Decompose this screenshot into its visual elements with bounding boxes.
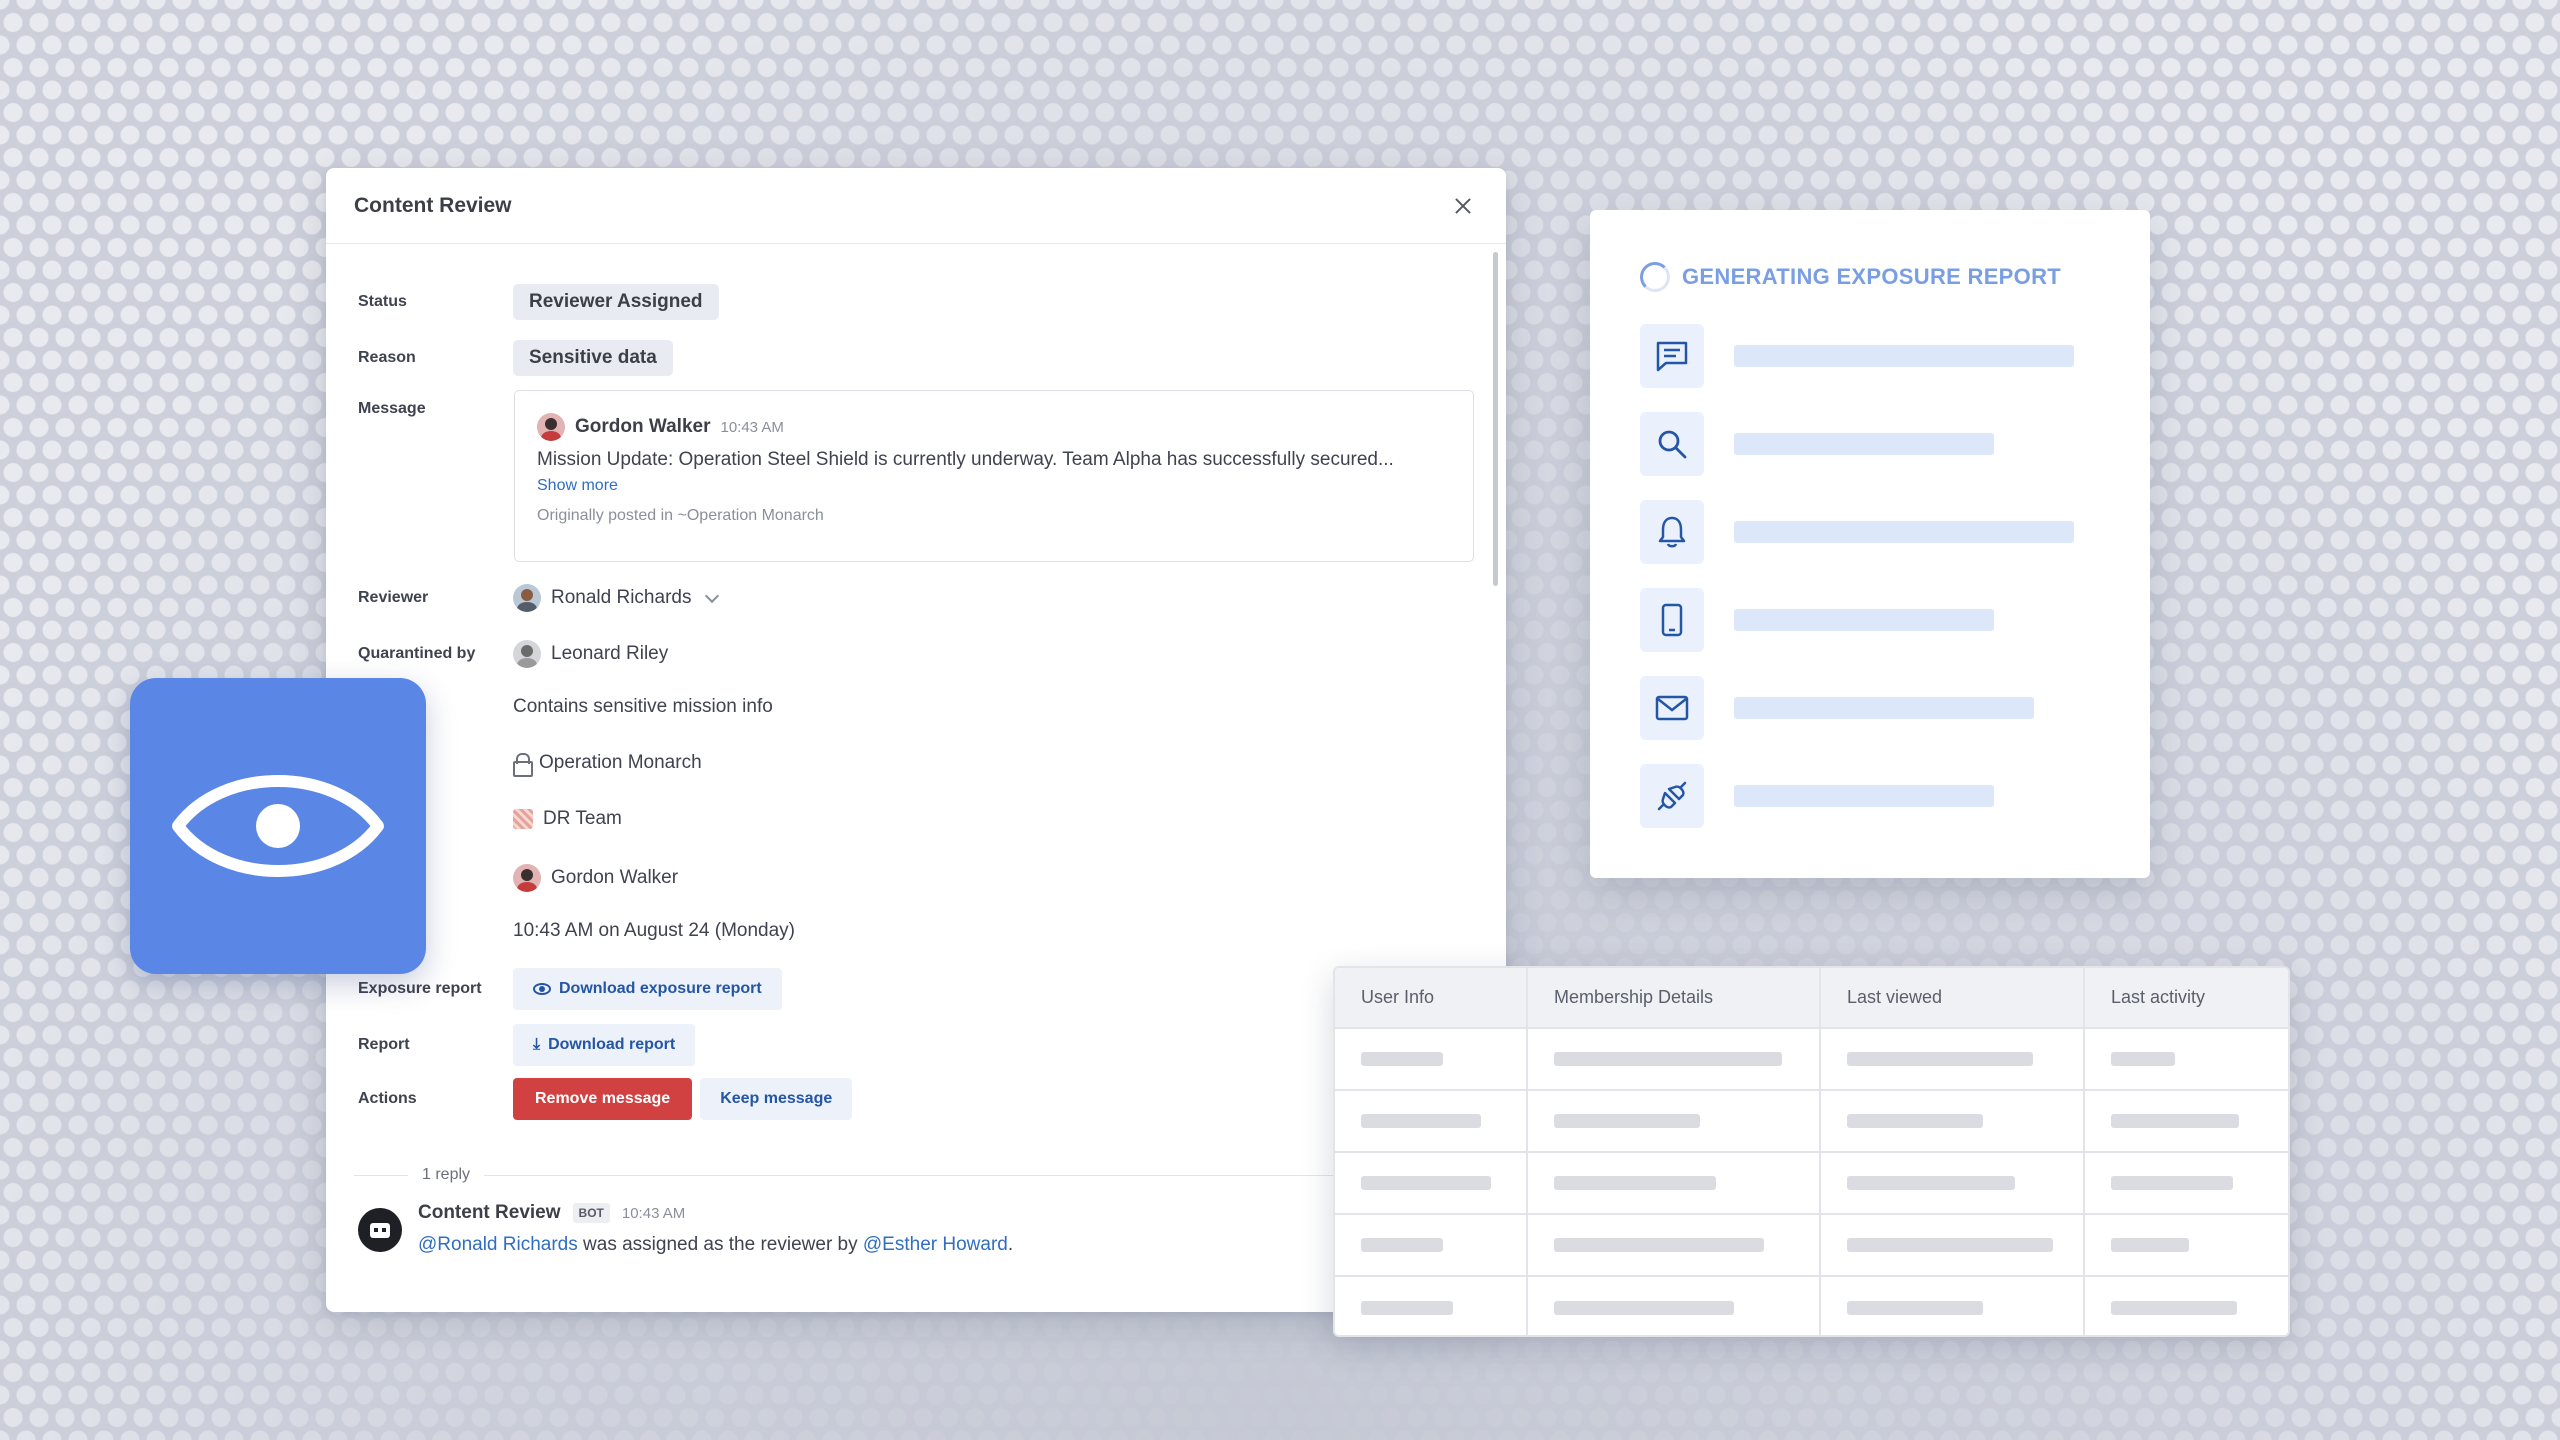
table-row xyxy=(1335,1214,2288,1277)
reviewer-row: Reviewer Ronald Richards xyxy=(358,584,720,612)
avatar xyxy=(513,864,541,892)
skeleton-bar xyxy=(1734,345,2074,367)
team-name: DR Team xyxy=(543,808,622,829)
message-author: Gordon Walker xyxy=(575,416,711,437)
exposure-item xyxy=(1640,324,2074,388)
report-row: Report ⤓ Download report xyxy=(358,1024,696,1066)
skeleton-bar xyxy=(1734,433,1994,455)
eye-icon xyxy=(172,775,384,877)
eye-app-tile xyxy=(130,678,426,974)
chevron-down-icon xyxy=(705,588,720,603)
eye-icon xyxy=(533,983,551,995)
download-exposure-report-button[interactable]: Download exposure report xyxy=(513,968,782,1010)
exposure-title: GENERATING EXPOSURE REPORT xyxy=(1682,264,2061,289)
exposure-item xyxy=(1640,764,1994,828)
mention-assigner[interactable]: @Esther Howard xyxy=(863,1234,1008,1255)
actions-label: Actions xyxy=(358,1090,417,1107)
membership-table: User Info Membership Details Last viewed… xyxy=(1333,966,2290,1337)
mail-icon xyxy=(1640,676,1704,740)
bot-name: Content Review xyxy=(418,1202,561,1223)
modal-header: Content Review xyxy=(326,168,1506,244)
show-more-link[interactable]: Show more xyxy=(537,477,1451,495)
close-icon[interactable] xyxy=(1448,191,1478,221)
skeleton-bar xyxy=(1734,609,1994,631)
comment-value: Contains sensitive mission info xyxy=(513,696,773,717)
avatar xyxy=(513,640,541,668)
quarantined-by-label: Quarantined by xyxy=(358,645,476,662)
download-report-button[interactable]: ⤓ Download report xyxy=(513,1024,696,1066)
exposure-report-label: Exposure report xyxy=(358,980,482,997)
table-row xyxy=(1335,1090,2288,1153)
report-label: Report xyxy=(358,1036,410,1053)
table-row xyxy=(1335,1028,2288,1091)
reason-badge: Sensitive data xyxy=(513,340,673,376)
message-row: Message xyxy=(358,400,513,418)
status-row: Status Reviewer Assigned xyxy=(358,284,719,320)
exposure-report-card: GENERATING EXPOSURE REPORT xyxy=(1590,210,2150,878)
column-header-membership[interactable]: Membership Details xyxy=(1527,968,1821,1029)
skeleton-bar xyxy=(1734,697,2034,719)
mobile-icon xyxy=(1640,588,1704,652)
exposure-item xyxy=(1640,500,2074,564)
column-header-last-activity[interactable]: Last activity xyxy=(2084,968,2288,1029)
avatar xyxy=(513,584,541,612)
modal-title: Content Review xyxy=(354,193,512,217)
message-label: Message xyxy=(358,400,426,417)
download-report-label: Download report xyxy=(548,1036,676,1053)
posted-by-name: Gordon Walker xyxy=(551,867,679,888)
exposure-item xyxy=(1640,676,2034,740)
exposure-header: GENERATING EXPOSURE REPORT xyxy=(1640,262,2061,292)
table-row xyxy=(1335,1276,2288,1335)
bot-time: 10:43 AM xyxy=(621,1204,686,1222)
lock-icon xyxy=(513,753,533,777)
search-icon xyxy=(1640,412,1704,476)
reviewer-name: Ronald Richards xyxy=(551,587,692,608)
scrollbar[interactable] xyxy=(1493,252,1498,586)
reviewer-label: Reviewer xyxy=(358,589,429,606)
quarantined-by-name: Leonard Riley xyxy=(551,643,669,664)
table-header-row: User Info Membership Details Last viewed… xyxy=(1335,968,2288,1029)
message-origin: Originally posted in ~Operation Monarch xyxy=(537,507,824,524)
posted-at-value: 10:43 AM on August 24 (Monday) xyxy=(513,920,796,941)
status-badge: Reviewer Assigned xyxy=(513,284,719,320)
quarantined-row: Quarantined by Leonard Riley xyxy=(358,640,668,668)
exposure-report-row: Exposure report Download exposure report xyxy=(358,968,782,1010)
table-row xyxy=(1335,1152,2288,1215)
bell-icon xyxy=(1640,500,1704,564)
spinner-icon xyxy=(1640,262,1670,292)
team-icon xyxy=(513,809,533,829)
keep-message-button[interactable]: Keep message xyxy=(700,1078,853,1120)
column-header-user-info[interactable]: User Info xyxy=(1335,968,1528,1029)
message-card: Gordon Walker 10:43 AM Mission Update: O… xyxy=(514,390,1474,562)
plug-icon xyxy=(1640,764,1704,828)
bot-avatar-icon xyxy=(358,1208,402,1252)
bot-badge: BOT xyxy=(572,1203,610,1223)
bot-message: @Ronald Richards was assigned as the rev… xyxy=(418,1234,1013,1256)
reviewer-dropdown[interactable]: Ronald Richards xyxy=(513,584,720,612)
reason-label: Reason xyxy=(358,349,416,366)
channel-name: Operation Monarch xyxy=(539,752,702,773)
message-body: Mission Update: Operation Steel Shield i… xyxy=(537,449,1394,470)
skeleton-bar xyxy=(1734,785,1994,807)
download-exposure-label: Download exposure report xyxy=(559,980,762,997)
bot-reply: Content Review BOT 10:43 AM @Ronald Rich… xyxy=(358,1198,1013,1256)
avatar xyxy=(537,413,565,441)
mention-reviewer[interactable]: @Ronald Richards xyxy=(418,1234,578,1255)
exposure-item xyxy=(1640,412,1994,476)
column-header-last-viewed[interactable]: Last viewed xyxy=(1820,968,2085,1029)
remove-message-button[interactable]: Remove message xyxy=(513,1078,693,1120)
status-label: Status xyxy=(358,293,407,310)
content-review-modal: Content Review Status Reviewer Assigned … xyxy=(326,168,1506,1312)
actions-row: Actions Remove message Keep message xyxy=(358,1078,853,1120)
bot-message-text: was assigned as the reviewer by xyxy=(577,1234,863,1255)
reply-count[interactable]: 1 reply xyxy=(422,1166,470,1184)
download-icon: ⤓ xyxy=(533,1036,541,1053)
reason-row: Reason Sensitive data xyxy=(358,340,673,376)
exposure-item xyxy=(1640,588,1994,652)
skeleton-bar xyxy=(1734,521,2074,543)
message-time: 10:43 AM xyxy=(720,418,784,436)
message-icon xyxy=(1640,324,1704,388)
bot-message-end: . xyxy=(1007,1234,1014,1255)
reply-divider: 1 reply xyxy=(354,1166,1494,1184)
